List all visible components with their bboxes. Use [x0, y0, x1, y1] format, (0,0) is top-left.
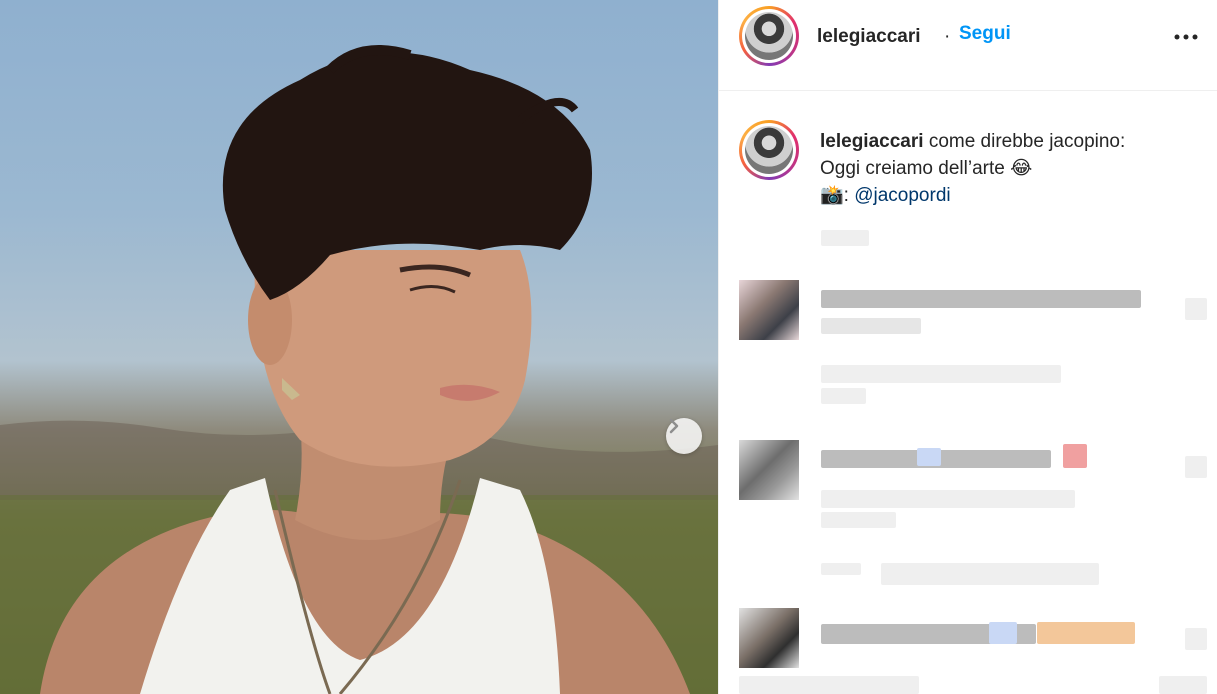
comment-emoji-blurred [1063, 444, 1087, 468]
comment-meta-blurred [1159, 676, 1207, 694]
comment-emoji-blurred [1037, 622, 1135, 644]
chevron-right-icon [669, 418, 679, 434]
view-replies-blurred[interactable] [881, 563, 1099, 585]
author-avatar[interactable] [739, 6, 799, 66]
caption-line-3-prefix: 📸: [820, 185, 855, 206]
caption-line-2: Oggi creiamo dell’arte 😂 [820, 158, 1033, 179]
caption-avatar[interactable] [739, 120, 799, 180]
post-header: lelegiaccari · Segui [719, 0, 1217, 91]
caption-timestamp-blurred [821, 230, 869, 246]
comment-like-icon[interactable] [1185, 456, 1207, 478]
comment-text-blurred [821, 318, 921, 334]
comment-emoji-blurred [917, 448, 941, 466]
post-photo [0, 0, 718, 694]
comment-meta-blurred [821, 490, 1075, 508]
more-options-button[interactable] [1171, 22, 1201, 52]
comment-meta-blurred [821, 388, 866, 404]
comment-text-blurred [821, 290, 1141, 308]
author-username[interactable]: lelegiaccari [817, 26, 921, 48]
caption-mention-link[interactable]: @jacopordi [854, 185, 950, 206]
more-options-icon [1174, 34, 1198, 40]
header-separator: · [944, 26, 951, 47]
comment-text-blurred [739, 676, 919, 694]
portrait-illustration [0, 45, 718, 694]
comment-meta-blurred [821, 365, 1061, 383]
view-replies-line-blurred [821, 563, 861, 575]
post-caption: lelegiaccari come direbbe jacopino: Oggi… [820, 128, 1200, 209]
comment-avatar-blurred [739, 280, 799, 340]
caption-line-1: come direbbe jacopino: [928, 131, 1126, 152]
comment-avatar-blurred [739, 608, 799, 668]
follow-button[interactable]: Segui [959, 23, 1011, 45]
comment-like-icon[interactable] [1185, 298, 1207, 320]
comment-emoji-blurred [989, 622, 1017, 644]
comment-meta-blurred [821, 512, 896, 528]
comment-like-icon[interactable] [1185, 628, 1207, 650]
next-photo-button[interactable] [666, 418, 702, 454]
post-side-panel: lelegiaccari · Segui lelegiaccari come d… [718, 0, 1217, 694]
caption-username[interactable]: lelegiaccari [820, 131, 924, 152]
comment-avatar-blurred [739, 440, 799, 500]
